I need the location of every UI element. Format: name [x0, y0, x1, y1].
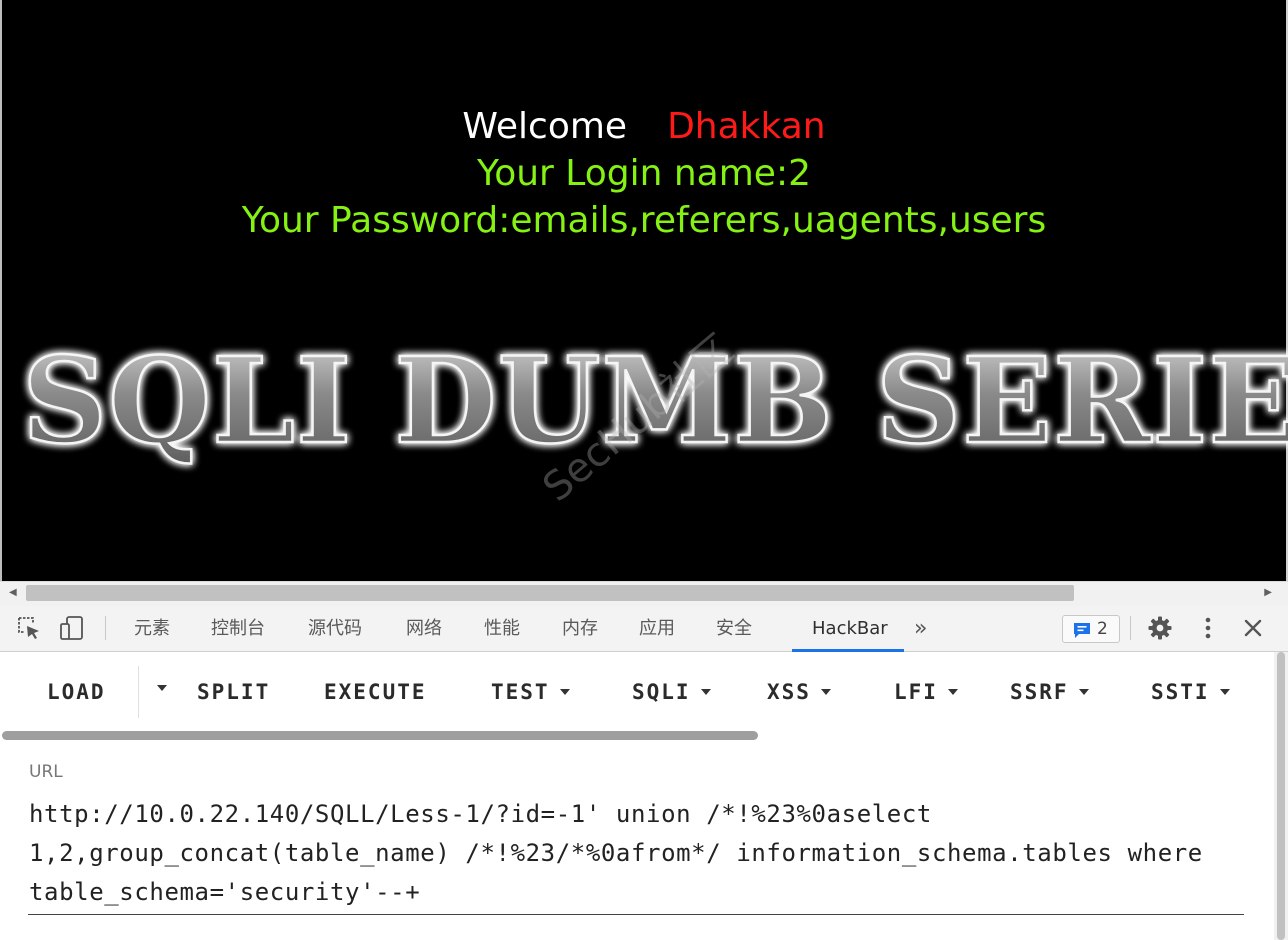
url-input[interactable]: http://10.0.22.140/SQLL/Less-1/?id=-1' u…	[29, 795, 1249, 912]
xss-menu-label: XSS	[767, 680, 811, 704]
devtools-toolbar: 元素 控制台 源代码 网络 性能 内存 应用 安全 HackBar » 2	[0, 606, 1288, 652]
scrollbar-thumb[interactable]	[1277, 652, 1285, 940]
execute-button[interactable]: EXECUTE	[324, 673, 427, 711]
toolbar-horizontal-scrollbar[interactable]	[2, 731, 758, 740]
ssrf-menu-button[interactable]: SSRF	[1010, 673, 1089, 711]
tab-performance[interactable]: 性能	[484, 606, 520, 651]
password-text: Your Password:emails,referers,uagents,us…	[241, 200, 1047, 241]
viewport-left-edge	[0, 0, 2, 581]
panel-vertical-scrollbar[interactable]	[1274, 652, 1288, 940]
login-name-text: Your Login name:2	[477, 153, 811, 194]
tab-hackbar[interactable]: HackBar	[812, 606, 888, 651]
lfi-menu-button[interactable]: LFI	[894, 673, 958, 711]
test-menu-label: TEST	[491, 680, 550, 704]
chevron-down-icon	[820, 688, 831, 695]
tab-network[interactable]: 网络	[406, 606, 442, 651]
device-toolbar-icon[interactable]	[59, 615, 85, 641]
user-name: Dhakkan	[667, 106, 826, 147]
sqli-menu-label: SQLI	[632, 680, 691, 704]
page-horizontal-scrollbar[interactable]: ◀ ▶	[0, 581, 1288, 606]
test-menu-button[interactable]: TEST	[491, 673, 570, 711]
issues-icon	[1074, 623, 1090, 638]
issues-count: 2	[1097, 619, 1108, 639]
toolbar-divider	[105, 616, 106, 640]
issues-counter-button[interactable]: 2	[1062, 615, 1120, 643]
close-icon[interactable]	[1240, 615, 1266, 641]
chevron-down-icon	[1219, 688, 1230, 695]
lfi-menu-label: LFI	[894, 680, 938, 704]
chevron-down-icon	[1078, 688, 1089, 695]
url-input-underline	[28, 914, 1244, 915]
tab-sources[interactable]: 源代码	[308, 606, 362, 651]
ssti-menu-label: SSTI	[1151, 680, 1210, 704]
chevron-down-icon	[700, 688, 711, 695]
ssti-menu-button[interactable]: SSTI	[1151, 673, 1230, 711]
welcome-label: Welcome	[462, 106, 628, 147]
tab-security[interactable]: 安全	[716, 606, 752, 651]
tab-console[interactable]: 控制台	[211, 606, 265, 651]
page-viewport: Welcome Dhakkan Your Login name:2 Your Pa…	[0, 0, 1288, 581]
settings-gear-icon[interactable]	[1147, 615, 1173, 641]
scroll-right-arrow-icon[interactable]: ▶	[1264, 587, 1272, 598]
ssrf-menu-label: SSRF	[1010, 680, 1069, 704]
tab-memory[interactable]: 内存	[562, 606, 598, 651]
load-dropdown-icon[interactable]	[157, 685, 167, 691]
url-field-label: URL	[29, 762, 63, 782]
more-vertical-icon[interactable]	[1195, 615, 1221, 641]
toolbar-divider	[1130, 616, 1131, 640]
load-button-divider	[138, 666, 139, 718]
scroll-left-arrow-icon[interactable]: ◀	[9, 587, 17, 598]
tab-application[interactable]: 应用	[639, 606, 675, 651]
more-tabs-icon[interactable]: »	[914, 606, 927, 651]
tab-elements[interactable]: 元素	[134, 606, 170, 651]
hackbar-panel: LOAD SPLIT EXECUTE TEST SQLI XSS LFI SSR…	[0, 652, 1288, 940]
sqli-menu-button[interactable]: SQLI	[632, 673, 711, 711]
welcome-line: Welcome Dhakkan	[0, 104, 1288, 150]
xss-menu-button[interactable]: XSS	[767, 673, 831, 711]
scrollbar-thumb[interactable]	[26, 585, 1074, 601]
split-button[interactable]: SPLIT	[197, 673, 270, 711]
load-button[interactable]: LOAD	[47, 673, 106, 711]
inspect-element-icon[interactable]	[16, 615, 42, 641]
chevron-down-icon	[947, 688, 958, 695]
chevron-down-icon	[559, 688, 570, 695]
